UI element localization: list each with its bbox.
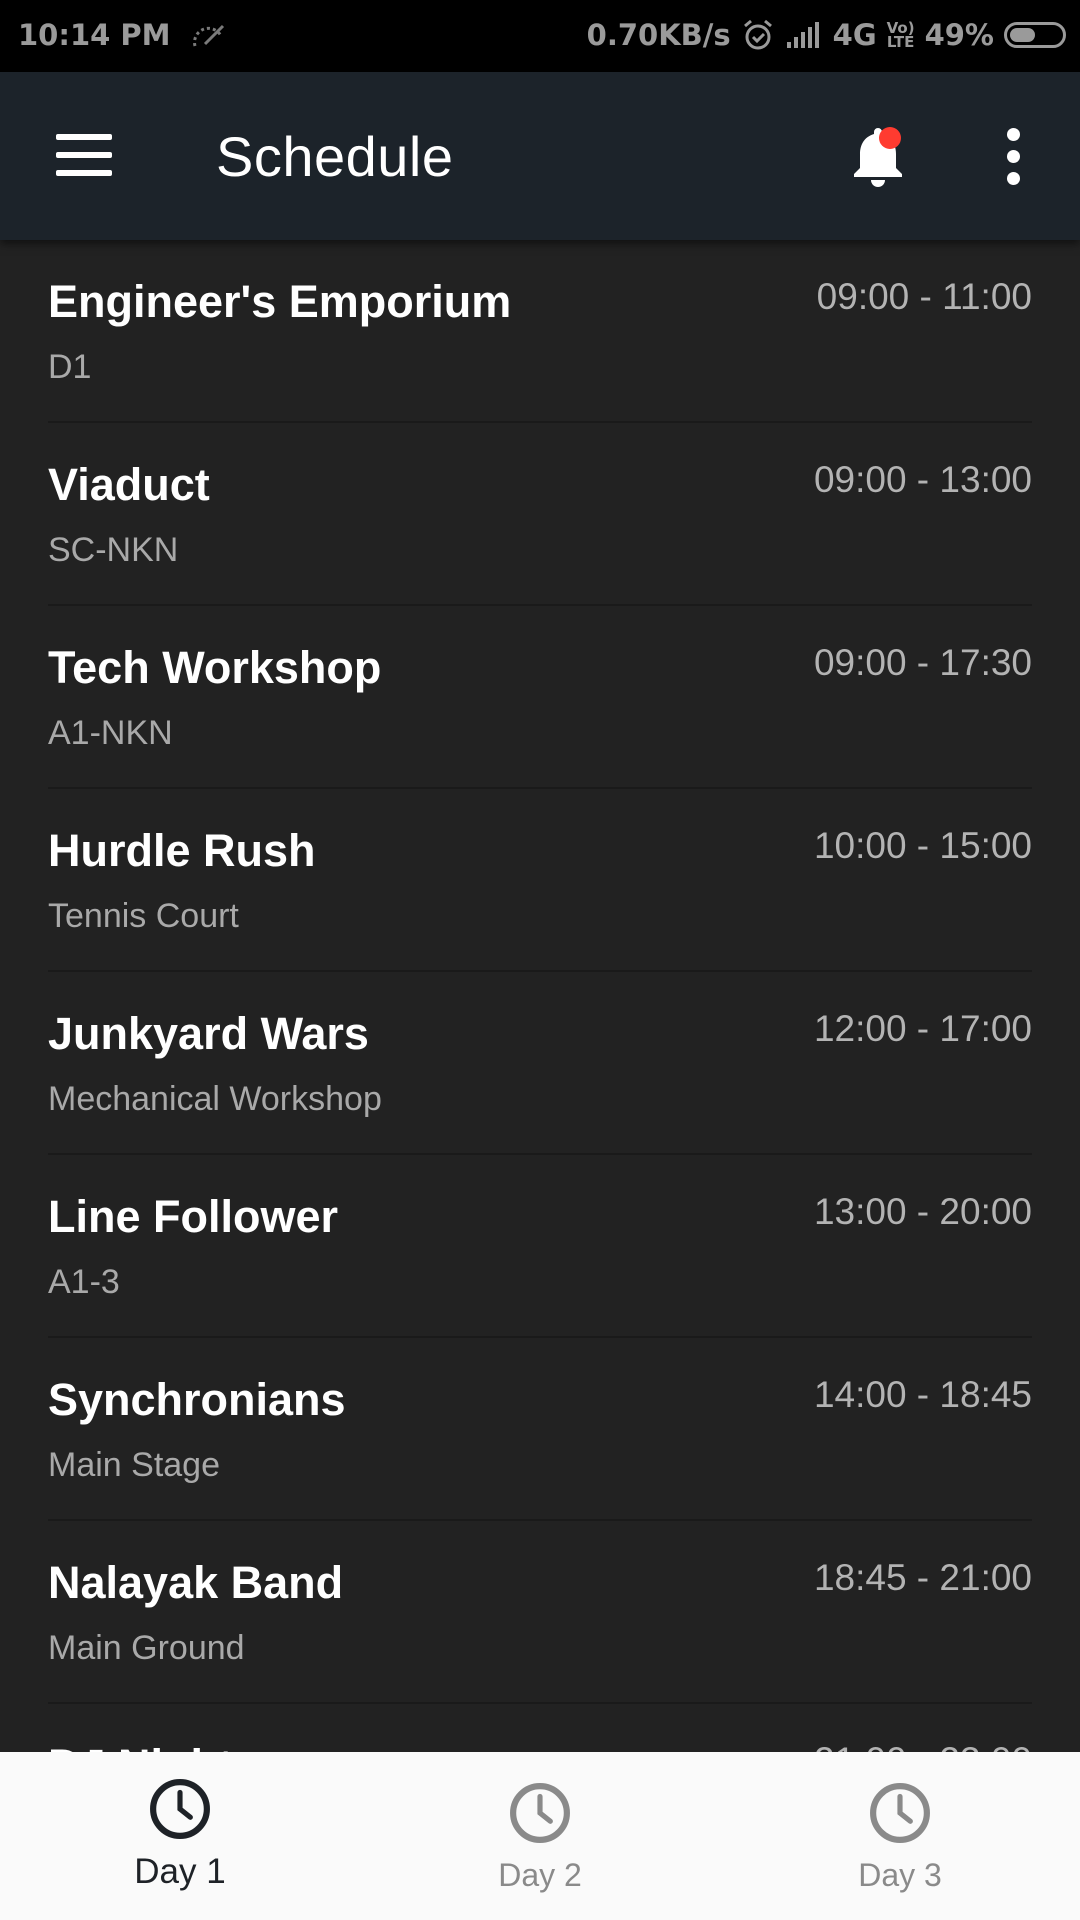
list-item[interactable]: Nalayak Band Main Ground 18:45 - 21:00 (0, 1521, 1080, 1704)
event-time: 09:00 - 11:00 (816, 276, 1032, 317)
event-title: DJ Night (48, 1740, 233, 1752)
battery-icon (1004, 22, 1066, 48)
event-time: 14:00 - 18:45 (813, 1374, 1032, 1415)
volte-indicator: Vo) LTE (886, 19, 915, 51)
clock-icon (870, 1783, 930, 1843)
event-title: Viaduct (48, 459, 210, 510)
tab-day-2[interactable]: Day 2 (360, 1752, 720, 1920)
tab-label: Day 3 (858, 1857, 942, 1893)
tab-day-3[interactable]: Day 3 (720, 1752, 1080, 1920)
event-location: A1-NKN (48, 714, 173, 752)
event-time: 09:00 - 13:00 (813, 459, 1032, 500)
battery-level-fill (1010, 28, 1035, 42)
event-title: Nalayak Band (48, 1557, 344, 1608)
list-item[interactable]: Junkyard Wars Mechanical Workshop 12:00 - … (0, 972, 1080, 1155)
hamburger-menu-icon[interactable] (56, 134, 114, 176)
list-item[interactable]: DJ Night 21:00 - 23:00 (0, 1704, 1080, 1752)
tab-day-1[interactable]: Day 1 (0, 1752, 360, 1920)
event-time: 21:00 - 23:00 (814, 1740, 1032, 1752)
status-time: 10:14 PM (18, 18, 171, 52)
tab-label: Day 1 (134, 1852, 226, 1891)
status-bar: 10:14 PM 0.70KB/s 4G Vo) LTE 49% (0, 0, 1080, 72)
event-location: D1 (48, 348, 92, 386)
event-title: Engineer's Emporium (48, 276, 512, 327)
event-time: 10:00 - 15:00 (813, 825, 1032, 866)
tab-label: Day 2 (498, 1857, 582, 1893)
speed-indicator-icon (192, 24, 224, 47)
event-time: 09:00 - 17:30 (813, 642, 1032, 683)
event-time: 13:00 - 20:00 (813, 1191, 1032, 1232)
event-location: Main Ground (48, 1629, 245, 1667)
event-title: Tech Workshop (48, 642, 382, 693)
network-speed: 0.70KB/s (586, 18, 731, 52)
list-item[interactable]: Line Follower A1-3 13:00 - 20:00 (0, 1155, 1080, 1338)
event-title: Hurdle Rush (48, 825, 316, 876)
alarm-icon (743, 19, 772, 50)
app-bar: Schedule (0, 72, 1080, 240)
event-title: Line Follower (48, 1191, 339, 1242)
event-time: 18:45 - 21:00 (813, 1557, 1032, 1598)
clock-icon (510, 1783, 570, 1843)
event-title: Synchronians (48, 1374, 346, 1425)
schedule-list[interactable]: Engineer's Emporium D1 09:00 - 11:00 Viaduc… (0, 240, 1080, 1752)
notification-dot (879, 127, 901, 149)
bell-icon (854, 127, 902, 187)
event-title: Junkyard Wars (48, 1008, 369, 1059)
event-location: Mechanical Workshop (48, 1080, 382, 1118)
list-item[interactable]: Viaduct SC-NKN 09:00 - 13:00 (0, 423, 1080, 606)
event-location: Tennis Court (48, 897, 239, 935)
event-time: 12:00 - 17:00 (813, 1008, 1032, 1049)
event-location: SC-NKN (48, 531, 179, 569)
battery-percent: 49% (924, 18, 994, 52)
more-options-icon[interactable] (1000, 128, 1030, 185)
event-location: Main Stage (48, 1446, 220, 1484)
list-item[interactable]: Engineer's Emporium D1 09:00 - 11:00 (0, 240, 1080, 423)
event-location: A1-3 (48, 1263, 120, 1301)
schedule-screen: 10:14 PM 0.70KB/s 4G Vo) LTE 49% Schedul… (0, 0, 1080, 1920)
network-type: 4G (832, 18, 877, 52)
signal-icon (786, 22, 819, 48)
list-item[interactable]: Hurdle Rush Tennis Court 10:00 - 15:00 (0, 789, 1080, 972)
list-item[interactable]: Tech Workshop A1-NKN 09:00 - 17:30 (0, 606, 1080, 789)
bottom-navigation: Day 1 Day 2 Day 3 (0, 1752, 1080, 1920)
notifications-button[interactable] (848, 124, 908, 188)
list-item[interactable]: Synchronians Main Stage 14:00 - 18:45 (0, 1338, 1080, 1521)
clock-icon (150, 1779, 210, 1839)
page-title: Schedule (216, 125, 454, 188)
